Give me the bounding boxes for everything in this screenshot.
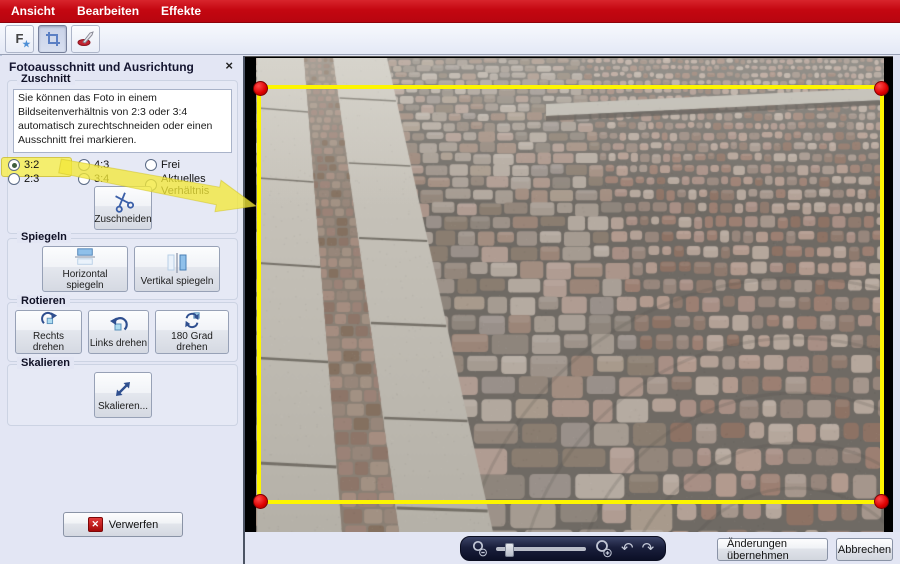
links-drehen-label: Links drehen <box>90 338 147 349</box>
zuschneiden-button[interactable]: Zuschneiden <box>94 186 152 230</box>
radio-label: Frei <box>161 159 180 171</box>
zoom-slider[interactable] <box>496 547 586 551</box>
horizontal-spiegeln-button[interactable]: Horizontal spiegeln <box>42 246 128 292</box>
crop-handle-bottom-right[interactable] <box>874 494 889 509</box>
skalieren-label: Skalieren... <box>98 401 148 412</box>
menu-effekte[interactable]: Effekte <box>150 1 212 21</box>
radio-label: 3:2 <box>24 159 39 171</box>
radio-ratio-3-2[interactable]: 3:2 <box>8 159 39 171</box>
discard-x-icon: ✕ <box>88 517 103 532</box>
crop-handle-top-left[interactable] <box>253 81 268 96</box>
rechts-drehen-label: Rechts drehen <box>16 331 81 353</box>
verwerfen-button[interactable]: ✕ Verwerfen <box>63 512 183 537</box>
mirror-vertical-icon <box>164 252 190 274</box>
horizontal-spiegeln-label: Horizontal spiegeln <box>43 269 127 291</box>
stamp-brush-icon <box>77 31 95 47</box>
radio-circle <box>8 173 20 185</box>
skalieren-button[interactable]: Skalieren... <box>94 372 152 418</box>
apply-changes-button[interactable]: Änderungen übernehmen <box>717 538 828 561</box>
vertikal-spiegeln-label: Vertikal spiegeln <box>141 276 214 287</box>
group-rotieren-label: Rotieren <box>17 295 70 307</box>
menu-bearbeiten[interactable]: Bearbeiten <box>66 1 150 21</box>
crop-handle-top-right[interactable] <box>874 81 889 96</box>
menu-bar: Ansicht Bearbeiten Effekte <box>0 0 900 23</box>
photo-editor-window: Ansicht Bearbeiten Effekte F★ Fotoaussch… <box>0 0 900 564</box>
crop-tool-button[interactable] <box>38 25 67 53</box>
ratio-row-2: 2:3 3:4 Aktuelles Verhältnis <box>0 173 243 187</box>
scissors-icon <box>109 188 137 214</box>
vertikal-spiegeln-button[interactable]: Vertikal spiegeln <box>134 246 220 292</box>
crop-handle-bottom-left[interactable] <box>253 494 268 509</box>
scale-icon <box>113 379 133 399</box>
zuschneiden-label: Zuschneiden <box>94 214 151 225</box>
menu-ansicht[interactable]: Ansicht <box>0 1 66 21</box>
zoom-toolbar: ↶ ↷ <box>460 536 666 561</box>
tool-panel: Fotoausschnitt und Ausrichtung × Zuschni… <box>0 56 243 564</box>
rechts-drehen-button[interactable]: Rechts drehen <box>15 310 82 354</box>
effects-icon: F★ <box>16 32 24 45</box>
radio-label: Aktuelles Verhältnis <box>161 173 243 197</box>
undo-icon[interactable]: ↶ <box>621 541 634 556</box>
drehen-180-label: 180 Grad drehen <box>156 331 228 353</box>
footer-bar: ↶ ↷ Änderungen übernehmen Abbrechen <box>245 532 900 564</box>
mirror-horizontal-icon <box>72 247 98 267</box>
group-zuschnitt-label: Zuschnitt <box>17 73 75 85</box>
panel-close-button[interactable]: × <box>225 58 233 73</box>
crop-icon <box>45 31 61 47</box>
radio-circle <box>78 173 90 185</box>
radio-ratio-aktuell[interactable]: Aktuelles Verhältnis <box>145 173 243 197</box>
group-spiegeln-label: Spiegeln <box>17 231 71 243</box>
radio-ratio-3-4[interactable]: 3:4 <box>78 173 109 185</box>
panel-title: Fotoausschnitt und Ausrichtung <box>9 60 194 74</box>
right-margin <box>893 56 900 564</box>
group-skalieren-label: Skalieren <box>17 357 74 369</box>
crop-frame[interactable] <box>257 85 884 504</box>
rotate-180-icon <box>182 311 202 329</box>
verwerfen-label: Verwerfen <box>109 519 159 531</box>
radio-ratio-2-3[interactable]: 2:3 <box>8 173 39 185</box>
radio-circle <box>145 159 157 171</box>
retouch-tool-button[interactable] <box>71 25 100 53</box>
effects-tool-button[interactable]: F★ <box>5 25 34 53</box>
crop-description: Sie können das Foto in einem Bildseitenv… <box>13 89 232 153</box>
links-drehen-button[interactable]: Links drehen <box>88 310 149 354</box>
radio-circle <box>8 159 20 171</box>
radio-ratio-frei[interactable]: Frei <box>145 159 180 171</box>
zoom-in-icon[interactable] <box>594 539 613 558</box>
radio-circle <box>78 159 90 171</box>
ratio-row-1: 3:2 4:3 Frei <box>0 159 243 173</box>
zoom-slider-handle[interactable] <box>505 543 514 557</box>
radio-label: 4:3 <box>94 159 109 171</box>
toolbar: F★ <box>0 23 900 55</box>
drehen-180-button[interactable]: 180 Grad drehen <box>155 310 229 354</box>
photo-area <box>245 56 893 533</box>
redo-icon[interactable]: ↷ <box>642 541 655 556</box>
radio-label: 3:4 <box>94 173 109 185</box>
cancel-button[interactable]: Abbrechen <box>836 538 893 561</box>
radio-ratio-4-3[interactable]: 4:3 <box>78 159 109 171</box>
radio-label: 2:3 <box>24 173 39 185</box>
zoom-out-icon[interactable] <box>471 540 488 557</box>
rotate-left-icon <box>109 316 129 336</box>
rotate-right-icon <box>39 311 59 329</box>
